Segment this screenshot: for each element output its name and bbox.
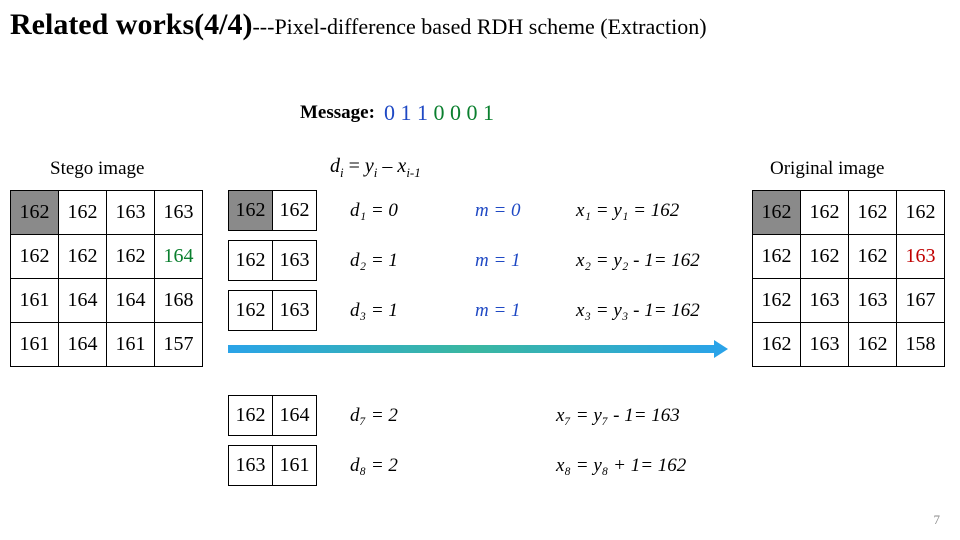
eq-x8: x₈ = y₈ + 1= 162 bbox=[556, 455, 686, 477]
pixel-cell: 162 bbox=[801, 191, 849, 235]
pair-cell: 163 bbox=[273, 291, 317, 331]
pixel-cell: 164 bbox=[155, 235, 203, 279]
pixel-cell: 167 bbox=[897, 279, 945, 323]
pixel-cell: 163 bbox=[801, 323, 849, 367]
pixel-cell: 163 bbox=[897, 235, 945, 279]
pixel-cell: 162 bbox=[849, 323, 897, 367]
eq-x7: x₇ = y₇ - 1= 163 bbox=[556, 405, 680, 427]
eq-d2: d₂ = 1 bbox=[350, 250, 398, 272]
pair-cell: 164 bbox=[273, 396, 317, 436]
stego-image-label: Stego image bbox=[50, 158, 144, 180]
pair-cell: 162 bbox=[229, 241, 273, 281]
pair-cell: 163 bbox=[229, 446, 273, 486]
pair-cell: 162 bbox=[229, 191, 273, 231]
title-main: Related works(4/4) bbox=[10, 8, 252, 41]
message-label: Message: bbox=[300, 102, 375, 124]
arrow-body bbox=[228, 345, 716, 353]
message-bit: 1 bbox=[417, 100, 434, 125]
pixel-cell: 157 bbox=[155, 323, 203, 367]
pair-cell: 162 bbox=[229, 291, 273, 331]
pair-cell: 162 bbox=[273, 191, 317, 231]
pixel-cell: 162 bbox=[107, 235, 155, 279]
eq-m3: m = 1 bbox=[475, 300, 521, 322]
eq-m1: m = 0 bbox=[475, 200, 521, 222]
original-image-table: 1621621621621621621621631621631631671621… bbox=[752, 190, 945, 367]
difference-formula: di = yi – xi-1 bbox=[330, 155, 421, 181]
pixel-cell: 161 bbox=[11, 279, 59, 323]
pair-cell: 161 bbox=[273, 446, 317, 486]
arrow-head-icon bbox=[714, 340, 728, 358]
pixel-cell: 163 bbox=[801, 279, 849, 323]
pair-cell: 163 bbox=[273, 241, 317, 281]
eq-x2: x₂ = y₂ - 1= 162 bbox=[576, 250, 700, 272]
eq-x1: x₁ = y₁ = 162 bbox=[576, 200, 679, 222]
message-bit: 0 bbox=[450, 100, 467, 125]
pixel-cell: 163 bbox=[849, 279, 897, 323]
message-bit: 0 bbox=[384, 100, 401, 125]
progress-arrow bbox=[228, 340, 728, 358]
pixel-cell: 161 bbox=[11, 323, 59, 367]
pixel-cell: 164 bbox=[107, 279, 155, 323]
pair-row-2: 162163 bbox=[228, 240, 317, 281]
slide-title: Related works(4/4)---Pixel-difference ba… bbox=[10, 8, 707, 42]
message-bits: 0 1 1 0 0 0 1 bbox=[384, 100, 494, 126]
pair-row-1: 162162 bbox=[228, 190, 317, 231]
pixel-cell: 164 bbox=[59, 323, 107, 367]
message-bit: 1 bbox=[483, 100, 494, 125]
page-number: 7 bbox=[934, 512, 941, 528]
pair-row-4: 162164 bbox=[228, 395, 317, 436]
pair-cell: 162 bbox=[229, 396, 273, 436]
pixel-cell: 163 bbox=[107, 191, 155, 235]
eq-m2: m = 1 bbox=[475, 250, 521, 272]
pixel-cell: 162 bbox=[801, 235, 849, 279]
pixel-cell: 162 bbox=[753, 235, 801, 279]
original-image-label: Original image bbox=[770, 158, 885, 180]
title-sub: ---Pixel-difference based RDH scheme (Ex… bbox=[252, 14, 706, 39]
message-bit: 1 bbox=[401, 100, 418, 125]
pair-row-5: 163161 bbox=[228, 445, 317, 486]
pixel-cell: 162 bbox=[753, 191, 801, 235]
pixel-cell: 161 bbox=[107, 323, 155, 367]
pixel-cell: 162 bbox=[849, 235, 897, 279]
eq-x3: x₃ = y₃ - 1= 162 bbox=[576, 300, 700, 322]
message-bit: 0 bbox=[467, 100, 484, 125]
pixel-cell: 162 bbox=[753, 323, 801, 367]
pixel-cell: 162 bbox=[753, 279, 801, 323]
pixel-cell: 162 bbox=[59, 191, 107, 235]
pixel-cell: 162 bbox=[11, 191, 59, 235]
pixel-cell: 158 bbox=[897, 323, 945, 367]
pixel-cell: 168 bbox=[155, 279, 203, 323]
message-bit: 0 bbox=[434, 100, 451, 125]
pixel-cell: 162 bbox=[897, 191, 945, 235]
pixel-cell: 163 bbox=[155, 191, 203, 235]
pair-row-3: 162163 bbox=[228, 290, 317, 331]
eq-d3: d₃ = 1 bbox=[350, 300, 398, 322]
pixel-cell: 164 bbox=[59, 279, 107, 323]
pixel-cell: 162 bbox=[11, 235, 59, 279]
eq-d8: d₈ = 2 bbox=[350, 455, 398, 477]
pixel-cell: 162 bbox=[849, 191, 897, 235]
eq-d7: d₇ = 2 bbox=[350, 405, 398, 427]
stego-image-table: 1621621631631621621621641611641641681611… bbox=[10, 190, 203, 367]
pixel-cell: 162 bbox=[59, 235, 107, 279]
eq-d1: d₁ = 0 bbox=[350, 200, 398, 222]
